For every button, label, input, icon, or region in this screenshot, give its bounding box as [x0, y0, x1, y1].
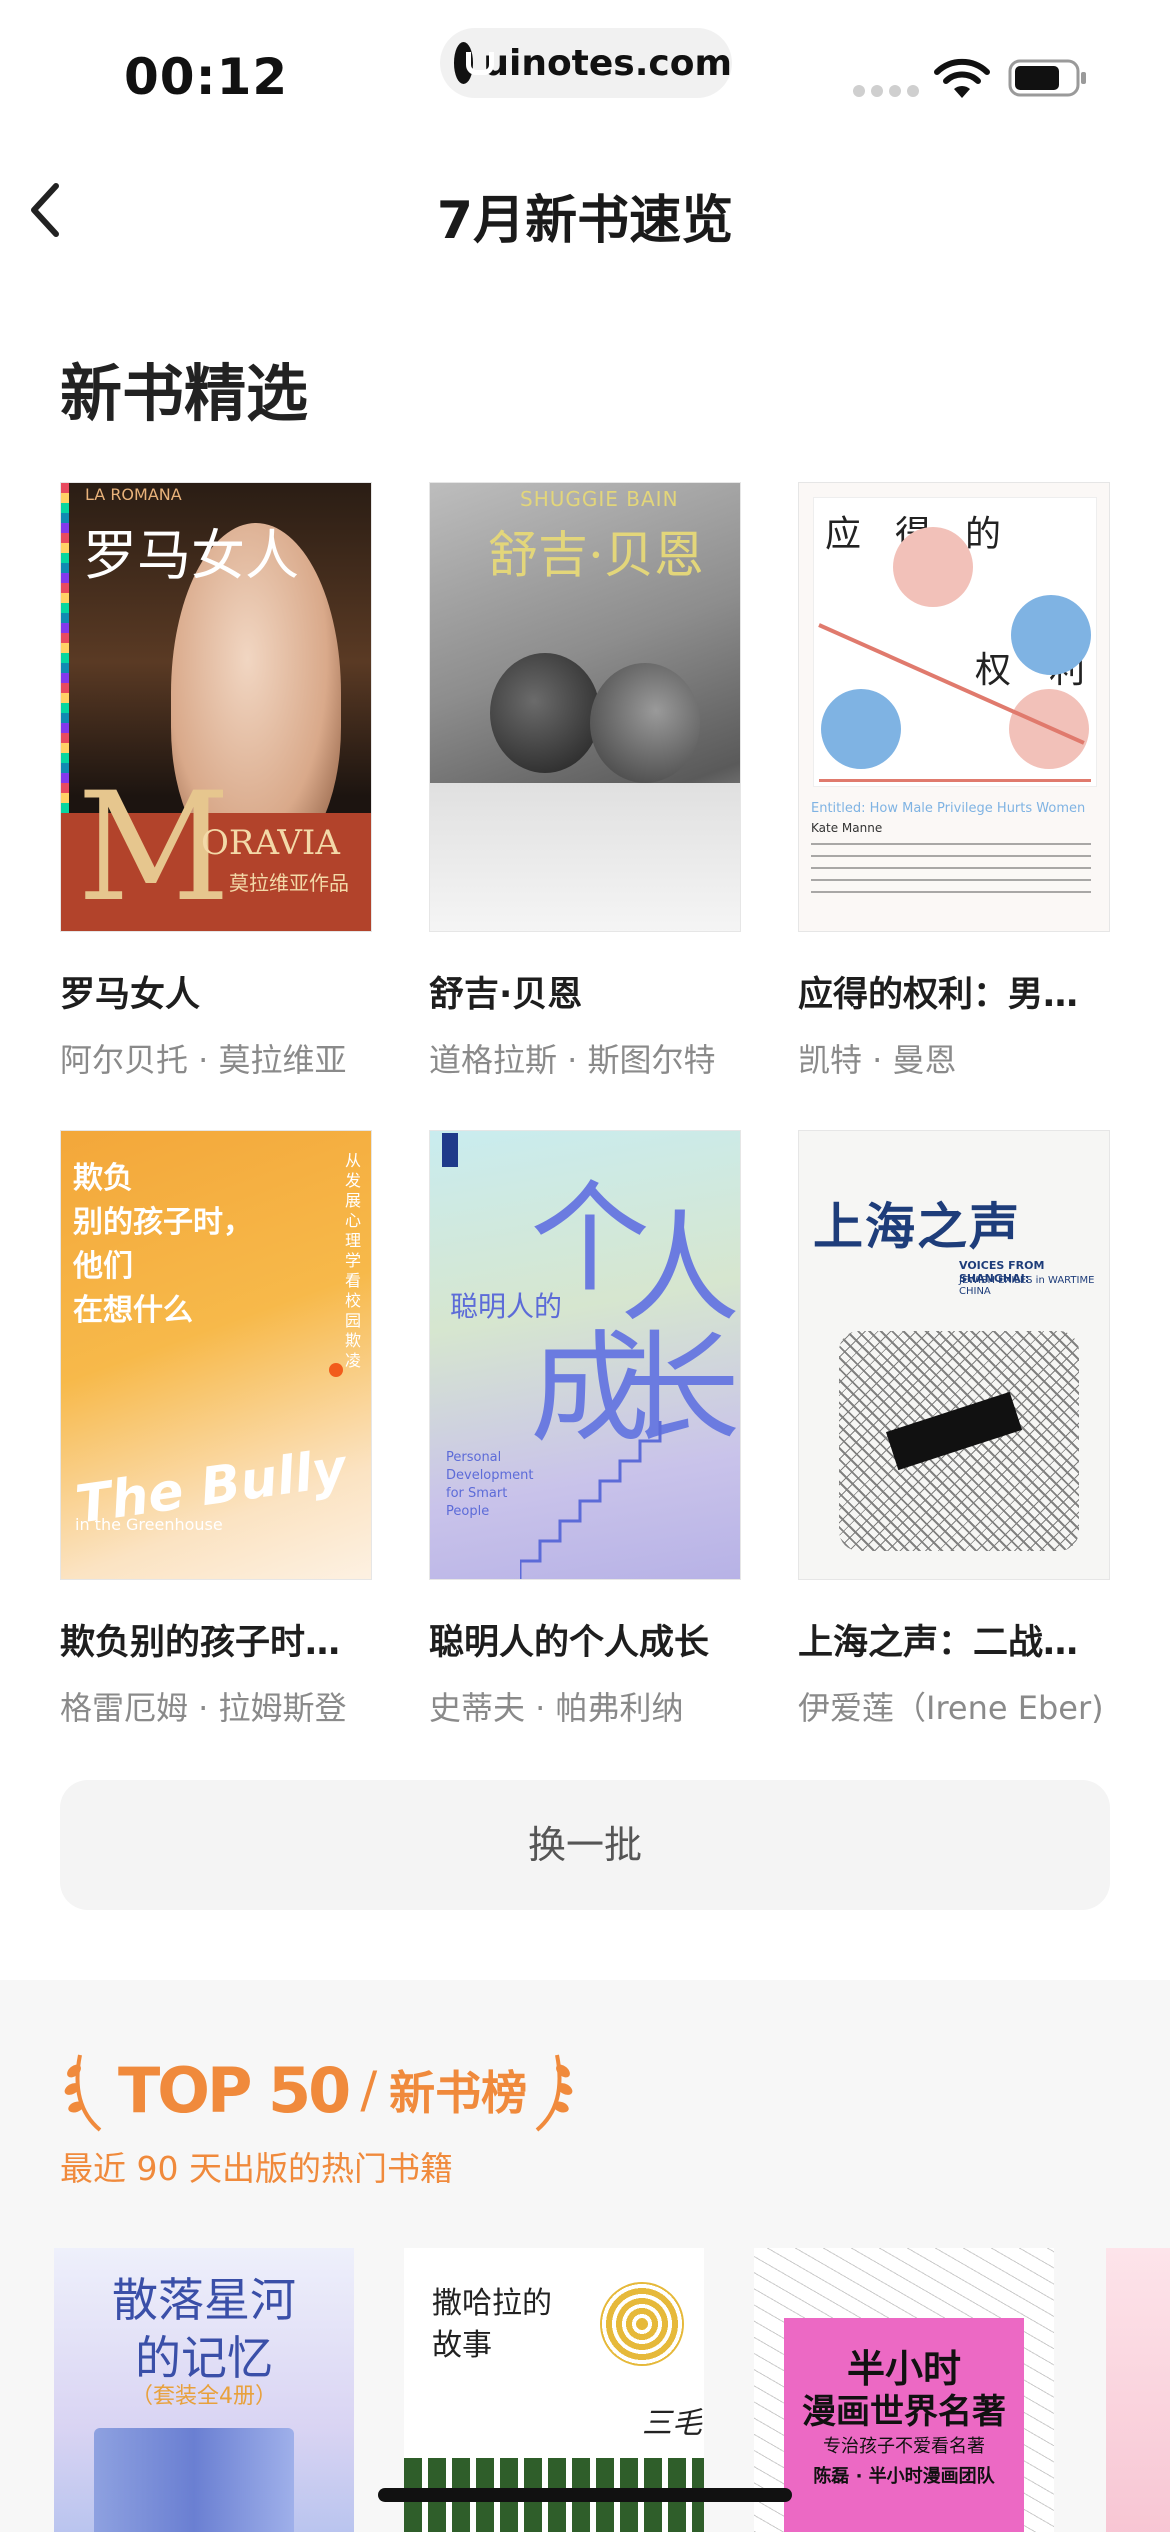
cover-text: 故事: [432, 2328, 492, 2363]
book-cover[interactable]: SHUGGIE BAIN 舒吉·贝恩: [429, 482, 741, 932]
cover-text: 专治孩子不爱看名著: [823, 2436, 985, 2457]
cover-text: Personal Development for Smart People: [446, 1450, 534, 1519]
cover-text: 舒吉·贝恩: [488, 526, 704, 584]
book-author: 阿尔贝托 · 莫拉维亚: [60, 1041, 347, 1079]
book-title[interactable]: 聪明人的个人成长: [429, 1614, 745, 1665]
top50-header[interactable]: TOP 50 / 新书榜: [60, 2040, 577, 2140]
nav-bar: 7月新书速览: [0, 160, 1170, 260]
book-title[interactable]: 应得的权利：男…: [798, 966, 1114, 1017]
laurel-right-icon: [535, 2054, 573, 2132]
ranked-book-cover-partial[interactable]: [1106, 2248, 1170, 2532]
top50-slash: /: [360, 2061, 378, 2119]
cover-text: 在想什么: [73, 1293, 193, 1328]
cover-text: 三毛: [642, 2406, 702, 2441]
cover-text: ORAVIA: [201, 823, 340, 863]
book-author: 道格拉斯 · 斯图尔特: [429, 1041, 716, 1079]
top50-brand: TOP 50: [118, 2053, 351, 2127]
cover-text: Entitled: How Male Privilege Hurts Women: [811, 801, 1086, 816]
cover-text: 应: [825, 514, 862, 555]
book-title[interactable]: 舒吉·贝恩: [429, 966, 745, 1017]
book-cover[interactable]: 欺负 别的孩子时， 他们 在想什么 从发展心理学看校园欺凌 The Bully …: [60, 1130, 372, 1580]
top50-subtitle: 最近 90 天出版的热门书籍: [60, 2149, 453, 2188]
book-cover[interactable]: LA ROMANA 罗马女人 M ORAVIA 莫拉维亚作品: [60, 482, 372, 932]
book-author: 凯特 · 曼恩: [798, 1041, 957, 1079]
book-cover[interactable]: 上海之声 VOICES FROM SHANGHAI: JEWISH EXILES…: [798, 1130, 1110, 1580]
battery-icon: [1008, 59, 1086, 97]
ranked-book-cover[interactable]: 半小时 漫画世界名著 专治孩子不爱看名著 陈磊 · 半小时漫画团队: [754, 2248, 1054, 2532]
book-title[interactable]: 上海之声：二战…: [798, 1614, 1114, 1665]
cover-text: 的: [965, 514, 1002, 555]
laurel-left-icon: [64, 2054, 102, 2132]
url-pill[interactable]: uinotes.com: [440, 28, 732, 98]
cover-text: 莫拉维亚作品: [229, 871, 349, 895]
cover-text: 他们: [73, 1249, 133, 1284]
signal-icon: [853, 85, 919, 97]
cover-text: 别的孩子时，: [73, 1205, 253, 1240]
page-title: 7月新书速览: [436, 191, 734, 251]
book-card[interactable]: 聪明人的 个 人 成 长 Personal Development for Sm…: [429, 1130, 745, 1729]
book-title[interactable]: 罗马女人: [60, 966, 376, 1017]
book-author: 史蒂夫 · 帕弗利纳: [429, 1689, 684, 1727]
cover-text: Kate Manne: [811, 821, 883, 835]
cover-text: 漫画世界名著: [802, 2392, 1006, 2432]
site-logo-icon: [454, 42, 495, 84]
book-author: 格雷厄姆 · 拉姆斯登: [60, 1689, 347, 1727]
home-indicator[interactable]: [378, 2488, 792, 2502]
book-cover[interactable]: 应 得 的 权 利 Entitled: How Male Privilege H…: [798, 482, 1110, 932]
cover-text: 撒哈拉的: [432, 2286, 552, 2321]
section-title: 新书精选: [60, 357, 309, 430]
book-card[interactable]: LA ROMANA 罗马女人 M ORAVIA 莫拉维亚作品 罗马女人 阿尔贝托…: [60, 482, 376, 1081]
cover-text: 欺负: [73, 1161, 133, 1196]
cover-text: SHUGGIE BAIN: [520, 487, 679, 511]
status-bar: 00:12 uinotes.com: [0, 0, 1170, 130]
ranked-book-cover[interactable]: 散落星河 的记忆 （套装全4册）: [54, 2248, 354, 2532]
book-card[interactable]: 欺负 别的孩子时， 他们 在想什么 从发展心理学看校园欺凌 The Bully …: [60, 1130, 376, 1729]
wifi-icon: [934, 58, 990, 98]
cover-text: JEWISH EXILES in WARTIME CHINA: [959, 1275, 1095, 1297]
cover-text: in the Greenhouse: [75, 1515, 223, 1534]
book-card[interactable]: 应 得 的 权 利 Entitled: How Male Privilege H…: [798, 482, 1114, 1081]
cover-text: LA ROMANA: [85, 485, 182, 504]
cover-text: 罗马女人: [83, 524, 299, 587]
cover-text: 陈磊 · 半小时漫画团队: [813, 2466, 995, 2487]
status-time: 00:12: [124, 48, 289, 106]
book-cover[interactable]: 聪明人的 个 人 成 长 Personal Development for Sm…: [429, 1130, 741, 1580]
book-card[interactable]: 上海之声 VOICES FROM SHANGHAI: JEWISH EXILES…: [798, 1130, 1114, 1729]
book-card[interactable]: SHUGGIE BAIN 舒吉·贝恩 舒吉·贝恩 道格拉斯 · 斯图尔特: [429, 482, 745, 1081]
book-author: 伊爱莲（Irene Eber): [798, 1689, 1104, 1727]
cover-text: （套装全4册）: [131, 2384, 277, 2409]
cover-text: 权: [975, 650, 1012, 691]
cover-text: 上海之声: [813, 1198, 1021, 1256]
swap-batch-button[interactable]: 换一批: [60, 1780, 1110, 1910]
url-text: uinotes.com: [483, 42, 732, 84]
cover-text: 从发展心理学看校园欺凌: [345, 1151, 362, 1370]
top50-label: 新书榜: [389, 2066, 528, 2120]
cover-text: 散落星河: [112, 2273, 296, 2327]
book-title[interactable]: 欺负别的孩子时…: [60, 1614, 376, 1665]
